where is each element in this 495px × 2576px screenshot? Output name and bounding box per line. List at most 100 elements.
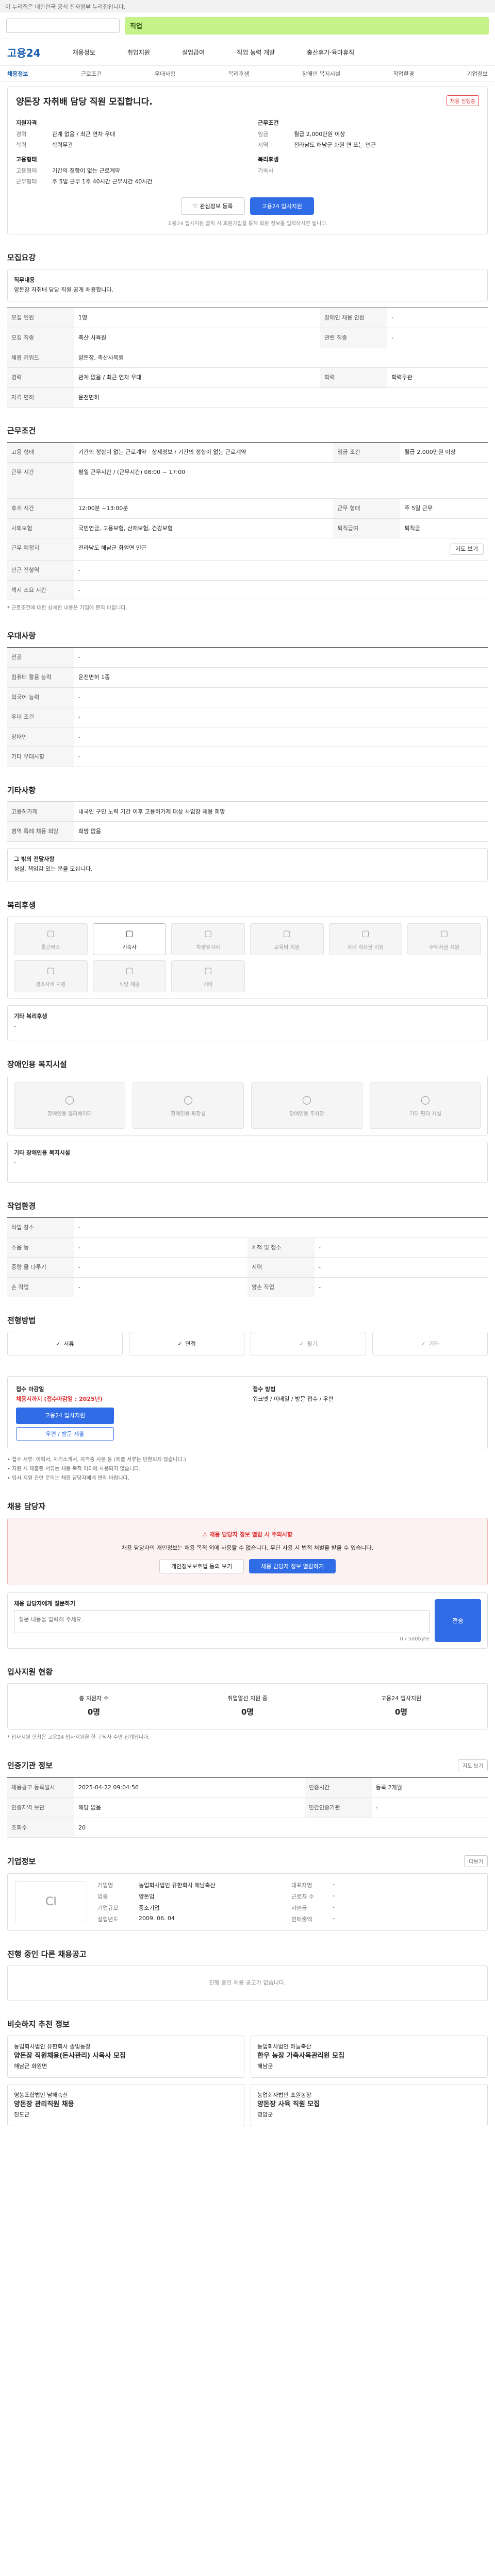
table-row: 장애인 - bbox=[7, 727, 488, 748]
tab[interactable]: 채용정보 bbox=[7, 70, 28, 78]
section-heading: 모집요강 bbox=[7, 253, 36, 262]
stat-item: 취업알선 지원 중 0명 bbox=[171, 1693, 324, 1720]
table-row: 인증지역 보관 해당 없음 민간인증기관 - bbox=[7, 1798, 488, 1818]
disabled-other-box: 기타 장애인용 복지시설 - bbox=[7, 1142, 488, 1183]
nav-item[interactable]: 채용정보 bbox=[73, 48, 95, 57]
table-row: 택시 소요 시간 - bbox=[7, 580, 488, 601]
recommend-card[interactable]: 농업회사법인 초원농장 양돈장 사육 직원 모집 영암군 bbox=[251, 2083, 488, 2126]
benefit-label: 경조사비 지원 bbox=[36, 982, 66, 988]
cell-head: 세척 및 청소 bbox=[248, 1238, 315, 1258]
heart-icon: ♡ bbox=[193, 202, 200, 210]
tab[interactable]: 복리후생 bbox=[228, 70, 249, 78]
cell: 월급 2,000만원 이상 bbox=[400, 442, 488, 463]
search-input[interactable] bbox=[6, 18, 120, 33]
table-row: 채용공고 등록일시 2025-04-22 09:04:56 인증시간 등록 2개월 bbox=[7, 1777, 488, 1798]
section-heading: 비슷하지 추천 정보 bbox=[7, 2019, 70, 2029]
stat-label: 고용24 입사지원 bbox=[381, 1695, 422, 1702]
tab[interactable]: 우대사항 bbox=[155, 70, 175, 78]
cell-head: 컴퓨터 활용 능력 bbox=[7, 667, 74, 688]
tab[interactable]: 근로조건 bbox=[81, 70, 102, 78]
facility-label: 장애인용 화장실 bbox=[171, 1111, 206, 1117]
bullet-text: 입사 지원 관련 문의는 채용 담당자에게 연락 바랍니다. bbox=[12, 1475, 129, 1481]
disabled-other-text: - bbox=[14, 1159, 16, 1166]
cell: 희망 없음 bbox=[74, 821, 488, 842]
cell-head: 관련 직종 bbox=[320, 328, 388, 348]
save-interest-button[interactable]: ♡ 관심정보 등록 bbox=[181, 197, 245, 215]
bullet-text: 접수 서류: 이력서, 자기소개서, 자격증 사본 등 (제출 서류는 반환되지… bbox=[12, 1456, 186, 1463]
recommend-location: 해남군 bbox=[257, 2063, 273, 2070]
cell-head: 임금 조건 bbox=[333, 442, 401, 463]
view-manager-button[interactable]: 채용 담당자 정보 열람하기 bbox=[249, 1559, 336, 1574]
info-map-button[interactable]: 지도 보기 bbox=[458, 1759, 488, 1772]
cell: 2025-04-22 09:04:56 bbox=[74, 1777, 305, 1798]
apply-button[interactable]: 고용24 입사지원 bbox=[250, 197, 314, 215]
kv-value: - bbox=[333, 1915, 335, 1922]
table-row: 우대 조건 - bbox=[7, 707, 488, 727]
cell-head: 소음 등 bbox=[7, 1238, 74, 1258]
nav-item[interactable]: 직업 능력 개발 bbox=[237, 48, 275, 57]
disabled-other-heading: 기타 장애인용 복지시설 bbox=[14, 1149, 70, 1157]
section-heading: 우대사항 bbox=[7, 631, 36, 641]
site-logo[interactable]: 고용24 bbox=[7, 45, 41, 60]
recommend-location: 진도군 bbox=[14, 2111, 30, 2119]
nav-item[interactable]: 취업지원 bbox=[127, 48, 150, 57]
cell: 국민연금, 고용보험, 산재보험, 건강보험 bbox=[74, 518, 334, 539]
bullet-item: • 입사 지원 관련 문의는 채용 담당자에게 연락 바랍니다. bbox=[7, 1475, 129, 1481]
kv-key: 자본금 bbox=[291, 1905, 307, 1912]
benefit-label: 교육비 지원 bbox=[274, 945, 300, 951]
promo-banner[interactable]: 직업 bbox=[125, 16, 489, 35]
nav-item[interactable]: 출산휴가·육아휴직 bbox=[307, 48, 354, 57]
map-button[interactable]: 지도 보기 bbox=[450, 544, 484, 555]
conditions-heading: 근무조건 bbox=[258, 120, 279, 126]
tab[interactable]: 기업정보 bbox=[467, 70, 487, 78]
cell: 축산 사육원 bbox=[74, 328, 321, 348]
recommend-card[interactable]: 농업회사법인 하늘축산 한우 농장 가축사육관리원 모집 해남군 bbox=[251, 2035, 488, 2078]
kv-key: 대표자명 bbox=[291, 1882, 312, 1889]
preference-table: 전공 - 컴퓨터 활용 능력 운전면허 1종 외국어 능력 - 우대 조건 - 장애인 -… bbox=[7, 647, 488, 767]
benefit-label: 식당 제공 bbox=[119, 982, 140, 988]
benefits-grid: ▢ 통근버스 ▢ 기숙사 ▢ 차량유지비 ▢ 교육비 지원 ▢ 자녀 학자금 지원 ▢ 주택자금 지원… bbox=[14, 923, 481, 993]
deadline-text: 채용시까지 (접수마감일 : 2025년) bbox=[16, 1396, 103, 1403]
company-more-button[interactable]: 더보기 bbox=[464, 1855, 488, 1868]
table-row: 컴퓨터 활용 능력 운전면허 1종 bbox=[7, 667, 488, 688]
stat-label: 총 지원자 수 bbox=[79, 1695, 109, 1702]
cell-head: 시력 bbox=[248, 1257, 315, 1278]
company-name: 농업회사법인 하늘축산 bbox=[257, 2043, 311, 2050]
nav-item[interactable]: 실업급여 bbox=[182, 48, 205, 57]
cell: 운전면허 1종 bbox=[74, 667, 488, 688]
tab[interactable]: 장애인 복지시설 bbox=[302, 70, 340, 78]
qna-input[interactable] bbox=[14, 1611, 430, 1634]
cell-head: 택시 소요 시간 bbox=[7, 580, 74, 601]
stat-item: 고용24 입사지원 0명 bbox=[324, 1693, 478, 1720]
benefit-icon: ▢ bbox=[125, 965, 134, 975]
tab[interactable]: 작업환경 bbox=[393, 70, 414, 78]
table-row: 병역 특례 채용 희망 희망 없음 bbox=[7, 821, 488, 842]
qna-send-button[interactable]: 전송 bbox=[435, 1599, 481, 1642]
benefits-other-text: - bbox=[14, 1022, 16, 1029]
benefit-icon: ▢ bbox=[204, 928, 212, 938]
privacy-agree-button[interactable]: 개인정보보호법 동의 보기 bbox=[159, 1559, 244, 1574]
kv-value: 양돈업 bbox=[139, 1893, 155, 1901]
recommend-list: 농업회사법인 유한회사 솔빛농장 양돈장 직원채용(돈사관리) 사육사 모집 해남군… bbox=[7, 2035, 488, 2126]
recommend-card[interactable]: 영농조합법인 남해축산 양돈장 관리직원 채용 진도군 bbox=[7, 2083, 244, 2126]
recommend-title: 양돈장 직원채용(돈사관리) 사육사 모집 bbox=[14, 2052, 126, 2060]
section-heading: 복리후생 bbox=[7, 901, 36, 910]
cell-head: 장애인 채용 인원 bbox=[320, 308, 388, 328]
table-row: 모집 인원 1명 장애인 채용 인원 - bbox=[7, 308, 488, 328]
method-label: 필기 bbox=[307, 1341, 318, 1348]
cell-head: 인증시간 bbox=[304, 1777, 372, 1798]
company-heading: 기업정보 bbox=[7, 1857, 36, 1867]
cell-head: 인근 전철역 bbox=[7, 560, 74, 581]
section-heading: 기타사항 bbox=[7, 785, 36, 795]
cell: - bbox=[387, 328, 488, 348]
company-name: 영농조합법인 남해축산 bbox=[14, 2091, 68, 2098]
kv-key: 기업규모 bbox=[97, 1905, 119, 1912]
same-co-empty: 진행 중인 채용 공고가 없습니다. bbox=[7, 1965, 488, 2001]
cell: 20 bbox=[74, 1818, 488, 1838]
method-label: 서류 bbox=[63, 1341, 74, 1348]
recommend-card[interactable]: 농업회사법인 유한회사 솔빛농장 양돈장 직원채용(돈사관리) 사육사 모집 해남군… bbox=[7, 2035, 244, 2078]
task-text: 양돈장 자취배 담당 직원 공개 채용합니다. bbox=[14, 286, 114, 293]
apply-online-button[interactable]: 고용24 입사지원 bbox=[16, 1407, 114, 1424]
table-row: 휴게 시간 12:00분 ~13:00분 근무 형태 주 5일 근무 bbox=[7, 498, 488, 519]
paper-submit-button[interactable]: 우편 / 방문 제출 bbox=[16, 1427, 114, 1440]
